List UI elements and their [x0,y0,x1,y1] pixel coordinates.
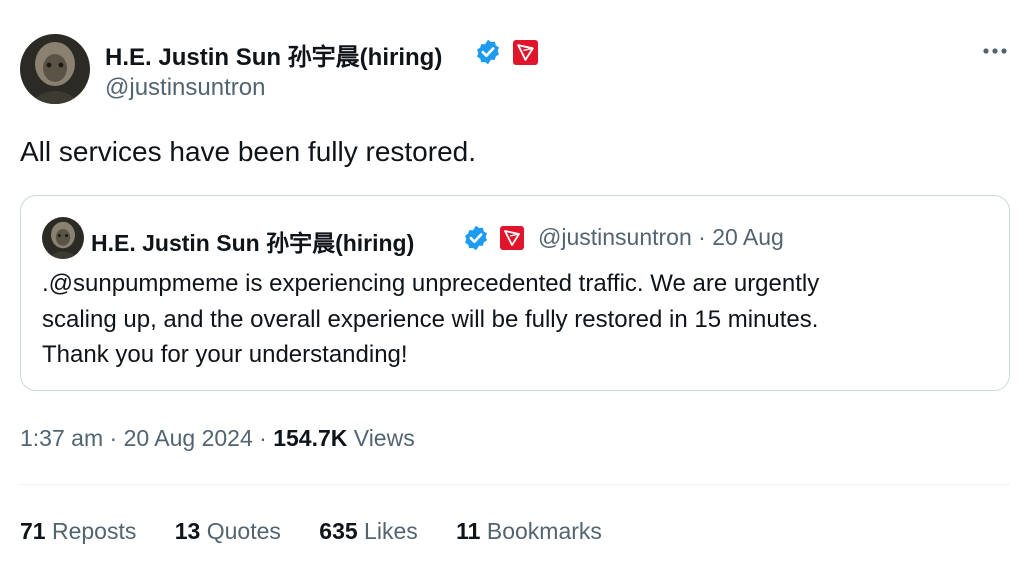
quote-handle: @justinsuntron [538,224,692,250]
quotes-label: Quotes [206,518,281,544]
bookmarks-label: Bookmarks [486,518,602,544]
reposts-label: Reposts [51,518,137,544]
bookmarks-count: 11 [456,518,481,544]
views-count: 154.7K [273,425,348,451]
verified-badge-icon[interactable] [474,38,502,66]
quote-verified-badge-icon [465,225,487,251]
more-options-icon[interactable] [980,38,1010,64]
quotes-stat[interactable]: 13 Quotes [175,518,281,544]
quote-text-line: .@sunpumpmeme is experiencing unpreceden… [42,270,820,297]
quote-date: 20 Aug [712,224,784,250]
reposts-count: 71 [20,518,46,544]
author-avatar[interactable] [20,34,90,104]
quote-tron-affiliate-icon [500,226,524,250]
engagement-stats: 71 Reposts 13 Quotes 635 Likes 11 Bookma… [20,518,634,545]
tweet-date[interactable]: 20 Aug 2024 [124,425,253,451]
tron-affiliate-icon[interactable] [513,40,538,65]
separator: · [109,425,118,451]
quote-handle-date: @justinsuntron · 20 Aug [538,224,784,251]
reposts-stat[interactable]: 71 Reposts [20,518,136,544]
author-handle[interactable]: @justinsuntron [105,74,265,102]
author-name[interactable]: H.E. Justin Sun 孙宇晨(hiring) [105,37,442,72]
tweet-meta: 1:37 am · 20 Aug 2024 · 154.7K Views [20,425,415,452]
likes-count: 635 [319,518,358,544]
quote-author-avatar[interactable] [42,217,84,259]
quote-author-name[interactable]: H.E. Justin Sun 孙宇晨(hiring) [91,224,414,258]
views-label: Views [353,425,415,451]
quote-text-line: scaling up, and the overall experience w… [42,305,819,333]
quotes-count: 13 [174,518,201,544]
quoted-tweet-card[interactable]: H.E. Justin Sun 孙宇晨(hiring) @justinsuntr… [20,195,1010,391]
tweet-time[interactable]: 1:37 am [20,425,103,451]
separator: · [259,425,267,451]
likes-stat[interactable]: 635 Likes [319,518,417,544]
likes-label: Likes [364,518,418,544]
separator: · [698,224,706,250]
tweet-text: All services have been fully restored. [20,136,476,167]
quote-text: .@sunpumpmeme is experiencing unpreceden… [42,266,992,373]
divider [20,484,1010,485]
bookmarks-stat[interactable]: 11 Bookmarks [456,518,602,544]
quote-text-line: Thank you for your understanding! [42,341,408,368]
